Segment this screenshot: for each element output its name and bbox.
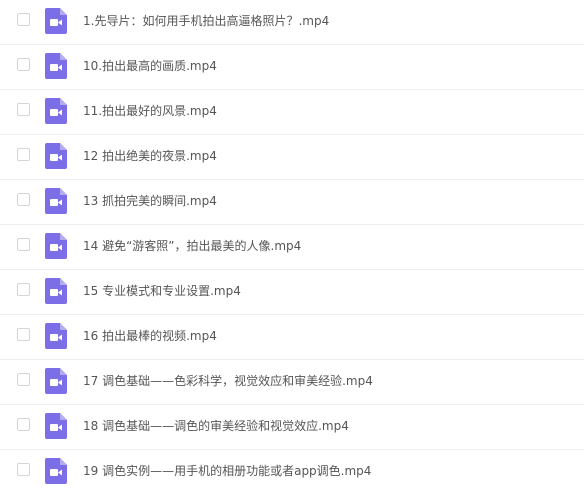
video-file-icon <box>45 413 67 439</box>
row-checkbox[interactable] <box>17 58 30 71</box>
file-name[interactable]: 14 避免“游客照”，拍出最美的人像.mp4 <box>83 238 301 254</box>
file-name[interactable]: 15 专业模式和专业设置.mp4 <box>83 283 241 299</box>
file-row[interactable]: 17 调色基础——色彩科学，视觉效应和审美经验.mp4 <box>0 360 584 405</box>
file-row[interactable]: 12 拍出绝美的夜景.mp4 <box>0 135 584 180</box>
video-file-icon <box>45 143 67 169</box>
video-file-icon <box>45 8 67 34</box>
video-file-icon <box>45 233 67 259</box>
file-name[interactable]: 12 拍出绝美的夜景.mp4 <box>83 148 217 164</box>
video-file-icon <box>45 323 67 349</box>
file-name[interactable]: 17 调色基础——色彩科学，视觉效应和审美经验.mp4 <box>83 373 373 389</box>
file-row[interactable]: 11.拍出最好的风景.mp4 <box>0 90 584 135</box>
file-row[interactable]: 19 调色实例——用手机的相册功能或者app调色.mp4 <box>0 450 584 495</box>
row-checkbox[interactable] <box>17 103 30 116</box>
row-checkbox[interactable] <box>17 148 30 161</box>
row-checkbox[interactable] <box>17 463 30 476</box>
file-name[interactable]: 18 调色基础——调色的审美经验和视觉效应.mp4 <box>83 418 349 434</box>
file-name[interactable]: 10.拍出最高的画质.mp4 <box>83 58 217 74</box>
video-file-icon <box>45 368 67 394</box>
file-row[interactable]: 1.先导片：如何用手机拍出高逼格照片？.mp4 <box>0 0 584 45</box>
row-checkbox[interactable] <box>17 193 30 206</box>
row-checkbox[interactable] <box>17 283 30 296</box>
file-row[interactable]: 14 避免“游客照”，拍出最美的人像.mp4 <box>0 225 584 270</box>
file-list: 1.先导片：如何用手机拍出高逼格照片？.mp4 10.拍出最高的画质.mp4 1… <box>0 0 584 494</box>
file-row[interactable]: 15 专业模式和专业设置.mp4 <box>0 270 584 315</box>
file-row[interactable]: 13 抓拍完美的瞬间.mp4 <box>0 180 584 225</box>
row-checkbox[interactable] <box>17 373 30 386</box>
row-checkbox[interactable] <box>17 418 30 431</box>
file-row[interactable]: 10.拍出最高的画质.mp4 <box>0 45 584 90</box>
video-file-icon <box>45 458 67 484</box>
video-file-icon <box>45 188 67 214</box>
video-file-icon <box>45 53 67 79</box>
file-row[interactable]: 18 调色基础——调色的审美经验和视觉效应.mp4 <box>0 405 584 450</box>
file-name[interactable]: 16 拍出最棒的视频.mp4 <box>83 328 217 344</box>
row-checkbox[interactable] <box>17 13 30 26</box>
row-checkbox[interactable] <box>17 238 30 251</box>
file-row[interactable]: 16 拍出最棒的视频.mp4 <box>0 315 584 360</box>
row-checkbox[interactable] <box>17 328 30 341</box>
video-file-icon <box>45 278 67 304</box>
file-name[interactable]: 19 调色实例——用手机的相册功能或者app调色.mp4 <box>83 463 371 479</box>
file-name[interactable]: 13 抓拍完美的瞬间.mp4 <box>83 193 217 209</box>
file-name[interactable]: 1.先导片：如何用手机拍出高逼格照片？.mp4 <box>83 13 329 29</box>
file-name[interactable]: 11.拍出最好的风景.mp4 <box>83 103 217 119</box>
video-file-icon <box>45 98 67 124</box>
